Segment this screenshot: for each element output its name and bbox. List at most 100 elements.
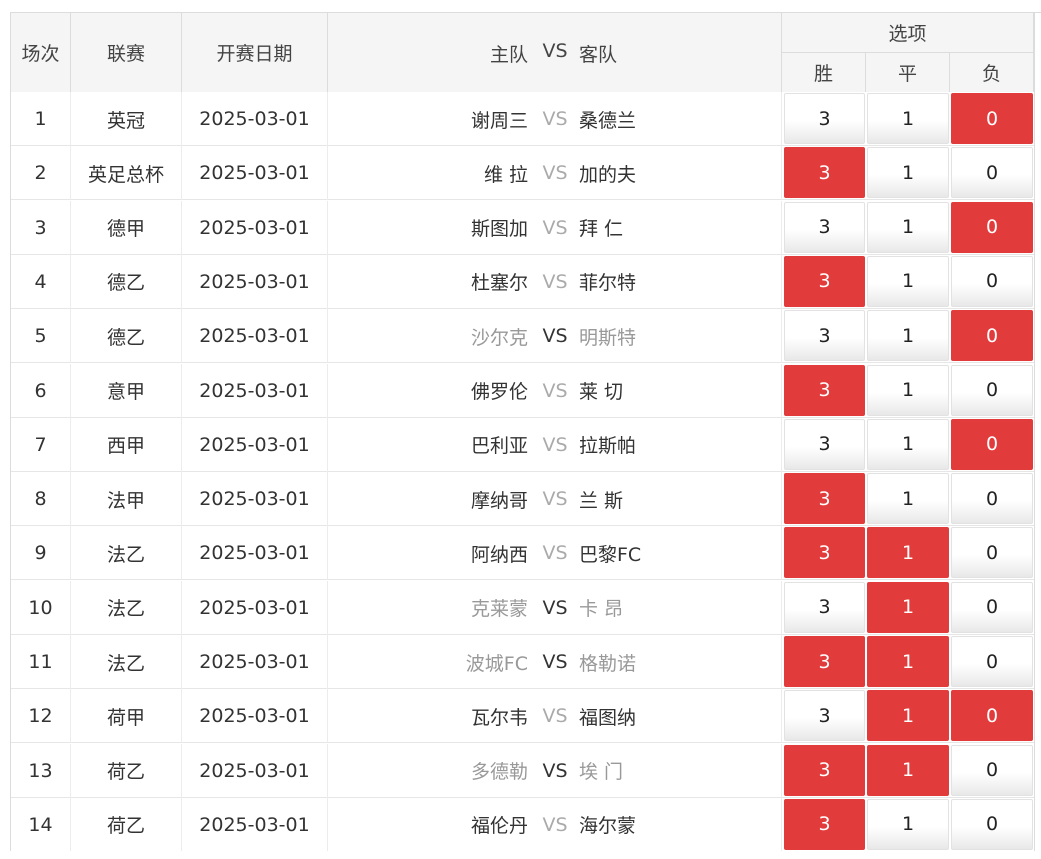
header-round: 场次 <box>11 13 71 92</box>
row-match: 杜塞尔 VS 菲尔特 <box>328 254 782 309</box>
option-draw-button[interactable]: 1 <box>867 744 949 796</box>
option-lose-button[interactable]: 0 <box>951 201 1033 253</box>
option-win-button[interactable]: 3 <box>784 473 865 525</box>
row-league: 英足总杯 <box>71 146 182 201</box>
option-lose-button[interactable]: 0 <box>951 93 1033 144</box>
row-number: 9 <box>11 526 71 581</box>
row-league: 法乙 <box>71 526 182 581</box>
row-match: 谢周三 VS 桑德兰 <box>328 92 782 146</box>
row-date: 2025-03-01 <box>182 526 328 581</box>
option-win-button[interactable]: 3 <box>784 93 865 144</box>
option-win-button[interactable]: 3 <box>784 364 865 416</box>
option-win-button[interactable]: 3 <box>784 798 865 850</box>
option-win-button[interactable]: 3 <box>784 201 865 253</box>
option-win-button[interactable]: 3 <box>784 527 865 579</box>
row-number: 4 <box>11 254 71 309</box>
option-draw-button[interactable]: 1 <box>867 93 949 144</box>
option-lose-button[interactable]: 0 <box>951 581 1033 633</box>
option-lose-button[interactable]: 0 <box>951 527 1033 579</box>
option-win-button[interactable]: 3 <box>784 744 865 796</box>
header-league: 联赛 <box>71 13 182 92</box>
option-draw-button[interactable]: 1 <box>867 364 949 416</box>
vs-label: VS <box>542 379 568 402</box>
row-date: 2025-03-01 <box>182 743 328 798</box>
away-team: 埃 门 <box>579 761 624 784</box>
home-team: 谢周三 <box>470 109 528 132</box>
option-draw-button[interactable]: 1 <box>867 690 949 742</box>
option-lose-button[interactable]: 0 <box>951 255 1033 307</box>
option-win-button[interactable]: 3 <box>784 636 865 687</box>
home-team: 波城FC <box>465 652 528 675</box>
row-number: 12 <box>11 689 71 744</box>
table-row: 1 英冠 2025-03-01 谢周三 VS 桑德兰 3 1 0 <box>11 92 1041 146</box>
option-lose-button[interactable]: 0 <box>951 744 1033 796</box>
option-draw-button[interactable]: 1 <box>867 201 949 253</box>
row-number: 1 <box>11 92 71 146</box>
row-number: 5 <box>11 309 71 364</box>
option-lose-button[interactable]: 0 <box>951 364 1033 416</box>
option-win-button[interactable]: 3 <box>784 581 865 633</box>
option-draw-button[interactable]: 1 <box>867 473 949 525</box>
vs-label: VS <box>542 705 568 728</box>
away-team: 明斯特 <box>579 326 637 349</box>
row-date: 2025-03-01 <box>182 417 328 472</box>
table-row: 6 意甲 2025-03-01 佛罗伦 VS 莱 切 310 <box>11 363 1041 418</box>
row-number: 2 <box>11 146 71 201</box>
row-match: 摩纳哥 VS 兰 斯 <box>328 472 782 527</box>
option-win-button[interactable]: 3 <box>784 147 865 199</box>
option-lose-button[interactable]: 0 <box>951 690 1033 742</box>
header-win: 胜 <box>782 52 866 92</box>
table-row: 10 法乙 2025-03-01 克莱蒙 VS 卡 昂310 <box>11 580 1041 635</box>
home-team: 摩纳哥 <box>470 489 528 512</box>
row-date: 2025-03-01 <box>182 635 328 689</box>
header-match: 主队 VS 客队 <box>328 13 782 92</box>
option-draw-button[interactable]: 1 <box>867 798 949 850</box>
table-row: 12 荷甲 2025-03-01 瓦尔韦 VS 福图纳 3 1 0 <box>11 689 1041 744</box>
option-lose-button[interactable]: 0 <box>951 418 1033 470</box>
option-win-button[interactable]: 3 <box>784 418 865 470</box>
option-draw-button[interactable]: 1 <box>867 310 949 362</box>
option-draw-button[interactable]: 1 <box>867 147 949 199</box>
option-draw-button[interactable]: 1 <box>867 527 949 579</box>
row-match: 克莱蒙 VS 卡 昂 <box>328 580 782 635</box>
option-lose-button[interactable]: 0 <box>951 147 1033 199</box>
vs-label: VS <box>542 651 568 673</box>
vs-label: VS <box>542 270 568 293</box>
option-win-button[interactable]: 3 <box>784 690 865 742</box>
table-row: 2 英足总杯 2025-03-01 维 拉 VS 加的夫 3 1 0 <box>11 146 1041 201</box>
option-lose-button[interactable]: 0 <box>951 473 1033 525</box>
option-draw-button[interactable]: 1 <box>867 418 949 470</box>
option-draw-button[interactable]: 1 <box>867 581 949 633</box>
row-date: 2025-03-01 <box>182 92 328 146</box>
row-number: 3 <box>11 200 71 255</box>
option-lose-button[interactable]: 0 <box>951 798 1033 850</box>
row-date: 2025-03-01 <box>182 580 328 635</box>
option-lose-button[interactable]: 0 <box>951 636 1033 687</box>
vs-label: VS <box>542 216 568 239</box>
row-match: 佛罗伦 VS 莱 切 <box>328 363 782 418</box>
away-team: 福图纳 <box>579 706 637 729</box>
row-league: 德甲 <box>71 200 182 255</box>
home-team: 巴利亚 <box>470 435 528 458</box>
row-match: 斯图加 VS 拜 仁 <box>328 200 782 255</box>
row-date: 2025-03-01 <box>182 146 328 201</box>
row-match: 沙尔克 VS 明斯特 <box>328 309 782 364</box>
home-team: 斯图加 <box>470 218 528 241</box>
option-draw-button[interactable]: 1 <box>867 255 949 307</box>
row-match: 维 拉 VS 加的夫 <box>328 146 782 201</box>
row-match: 巴利亚 VS 拉斯帕 <box>328 417 782 472</box>
vs-label: VS <box>542 542 568 565</box>
row-date: 2025-03-01 <box>182 797 328 851</box>
table-row: 5 德乙 2025-03-01 沙尔克 VS 明斯特 3 1 0 <box>11 309 1041 364</box>
option-lose-button[interactable]: 0 <box>951 310 1033 362</box>
row-number: 10 <box>11 580 71 635</box>
vs-label: VS <box>542 108 568 130</box>
option-win-button[interactable]: 3 <box>784 255 865 307</box>
row-number: 8 <box>11 472 71 527</box>
row-number: 6 <box>11 363 71 418</box>
away-team: 菲尔特 <box>579 272 637 295</box>
option-draw-button[interactable]: 1 <box>867 636 949 687</box>
vs-label: VS <box>542 596 568 619</box>
option-win-button[interactable]: 3 <box>784 310 865 362</box>
row-number: 13 <box>11 743 71 798</box>
